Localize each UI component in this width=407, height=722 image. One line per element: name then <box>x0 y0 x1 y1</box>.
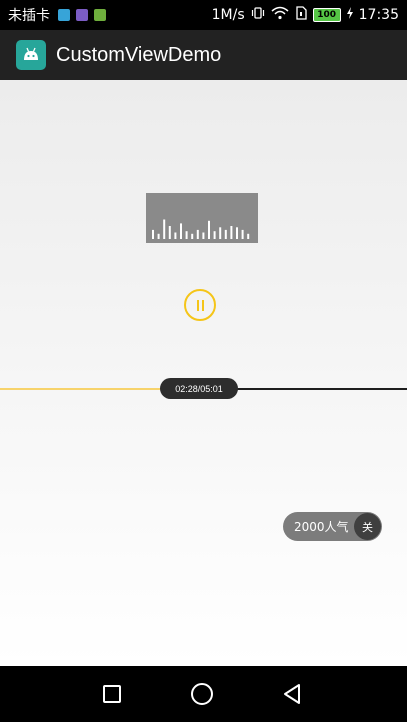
waveform-bar <box>191 233 194 239</box>
popularity-label: 2000人气 <box>294 520 349 534</box>
waveform-bar <box>219 227 222 239</box>
popularity-badge[interactable]: 2000人气 关 <box>283 512 382 541</box>
waveform-bar <box>224 229 227 239</box>
circle-icon[interactable] <box>188 680 216 708</box>
content-area: 02:28/05:01 2000人气 关 <box>0 80 407 666</box>
waveform-bar <box>236 227 238 239</box>
battery-icon: 100 <box>312 8 341 22</box>
waveform-bar <box>157 233 160 239</box>
charging-icon <box>346 7 353 23</box>
network-speed: 1M/s <box>211 7 245 23</box>
waveform-bar <box>163 219 166 239</box>
triangle-back-icon[interactable] <box>278 680 306 708</box>
waveform-bar <box>152 229 154 239</box>
waveform-bar <box>180 223 182 239</box>
status-bar: 未插卡 1M/s 100 17:35 <box>0 0 407 30</box>
vibrate-icon <box>251 6 265 24</box>
waveform-bar <box>247 233 250 239</box>
waveform-bar <box>168 226 171 239</box>
notification-icon-2 <box>76 9 88 21</box>
waveform-bar <box>196 229 199 239</box>
popularity-close-button[interactable]: 关 <box>354 513 381 540</box>
progress-played <box>0 388 175 390</box>
waveform-bar <box>185 231 188 239</box>
navigation-bar <box>0 666 407 722</box>
app-bar: CustomViewDemo <box>0 30 407 80</box>
progress-remaining <box>225 388 407 390</box>
waveform-bar <box>230 226 233 239</box>
waveform-bar <box>213 231 216 239</box>
waveform-bar <box>202 232 205 239</box>
android-icon <box>16 40 46 70</box>
clock: 17:35 <box>358 7 399 23</box>
wifi-icon <box>271 6 289 24</box>
waveform-bar <box>208 220 210 239</box>
carrier-text: 未插卡 <box>8 8 50 24</box>
square-icon[interactable] <box>98 680 126 708</box>
waveform-bar <box>241 229 244 239</box>
waveform-bar <box>174 232 177 239</box>
seek-thumb-time-label[interactable]: 02:28/05:01 <box>160 378 238 399</box>
sim-icon <box>295 6 307 24</box>
pause-button[interactable] <box>184 289 216 321</box>
app-title: CustomViewDemo <box>56 43 222 66</box>
notification-icon-3 <box>94 9 106 21</box>
notification-icon-1 <box>58 9 70 21</box>
waveform-visualizer <box>146 193 258 243</box>
